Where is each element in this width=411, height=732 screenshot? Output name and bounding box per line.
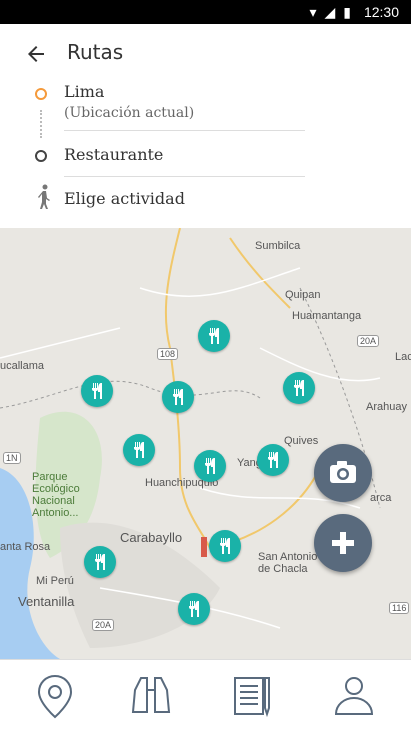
notebook-icon[interactable] <box>229 672 277 720</box>
restaurant-pin[interactable] <box>162 381 194 413</box>
map-label-carabayllo: Carabayllo <box>120 530 183 545</box>
map-label-ucallama: ucallama <box>0 360 45 372</box>
map-label-quipan: Quipan <box>285 289 321 301</box>
restaurant-pin[interactable] <box>81 375 113 407</box>
map-label-sumbilca: Sumbilca <box>255 240 301 252</box>
map-label-santa-rosa: anta Rosa <box>0 541 51 553</box>
restaurant-pin[interactable] <box>123 434 155 466</box>
battery-icon: ▮ <box>343 4 351 20</box>
map-label-huamantanga: Huamantanga <box>292 310 362 322</box>
divider <box>64 130 305 131</box>
back-arrow-icon[interactable] <box>24 42 48 66</box>
destination-dot-icon <box>35 150 47 162</box>
road-108-label: 108 <box>157 348 179 360</box>
plus-icon <box>332 532 354 554</box>
binoculars-icon[interactable] <box>127 672 175 720</box>
page-title: Rutas <box>67 40 124 64</box>
origin-label[interactable]: Lima <box>64 82 104 101</box>
walking-person-icon <box>38 184 50 209</box>
road-1n-label: 1N <box>3 452 21 464</box>
restaurant-pin[interactable] <box>194 450 226 482</box>
route-header: Rutas Lima (Ubicación actual) Restaurant… <box>0 24 411 228</box>
road-20a-label: 20A <box>92 619 115 631</box>
add-button[interactable] <box>314 514 372 572</box>
user-profile-icon[interactable] <box>330 672 378 720</box>
fork-knife-icon <box>220 538 230 554</box>
origin-sublabel: (Ubicación actual) <box>64 105 195 121</box>
map-label-mi-peru: Mi Perú <box>36 575 74 587</box>
current-location-marker <box>201 537 207 557</box>
fork-knife-icon <box>95 554 105 570</box>
map-label-arahuay: Arahuay <box>366 401 407 413</box>
map-label-marca: arca <box>370 492 392 504</box>
route-connector <box>40 110 42 138</box>
fork-knife-icon <box>209 328 219 344</box>
location-pin-icon[interactable] <box>31 672 79 720</box>
restaurant-pin[interactable] <box>198 320 230 352</box>
camera-icon <box>330 461 356 483</box>
map-label-chacla: San Antonio de Chacla <box>258 551 318 575</box>
fork-knife-icon <box>173 389 183 405</box>
origin-dot-icon <box>35 88 47 100</box>
map-label-lac: Lac <box>395 351 411 363</box>
map-label-parque: Parque Ecológico Nacional Antonio... <box>32 471 80 519</box>
road-116-label: 116 <box>389 602 410 614</box>
restaurant-pin[interactable] <box>257 444 289 476</box>
status-time: 12:30 <box>363 4 399 20</box>
wifi-icon: ▾ <box>309 4 317 20</box>
fork-knife-icon <box>294 380 304 396</box>
restaurant-pin[interactable] <box>283 372 315 404</box>
signal-icon: ◢ <box>324 4 336 20</box>
status-bar: ▾ ◢ ▮ 12:30 <box>0 0 411 24</box>
camera-button[interactable] <box>314 444 372 502</box>
road-20a-label: 20A <box>357 335 380 347</box>
restaurant-pin[interactable] <box>84 546 116 578</box>
restaurant-pin[interactable] <box>209 530 241 562</box>
fork-knife-icon <box>189 601 199 617</box>
status-icons: ▾ ◢ ▮ <box>309 4 351 21</box>
map-label-ventanilla: Ventanilla <box>18 594 75 609</box>
destination-label[interactable]: Restaurante <box>64 145 163 164</box>
restaurant-pin[interactable] <box>178 593 210 625</box>
bottom-nav <box>0 659 411 732</box>
divider <box>64 176 305 177</box>
activity-label[interactable]: Elige actividad <box>64 189 185 208</box>
fork-knife-icon <box>268 452 278 468</box>
map-view[interactable]: Sumbilca Quipan Huamantanga Lac Arahuay … <box>0 228 411 659</box>
fork-knife-icon <box>134 442 144 458</box>
fork-knife-icon <box>92 383 102 399</box>
fork-knife-icon <box>205 458 215 474</box>
